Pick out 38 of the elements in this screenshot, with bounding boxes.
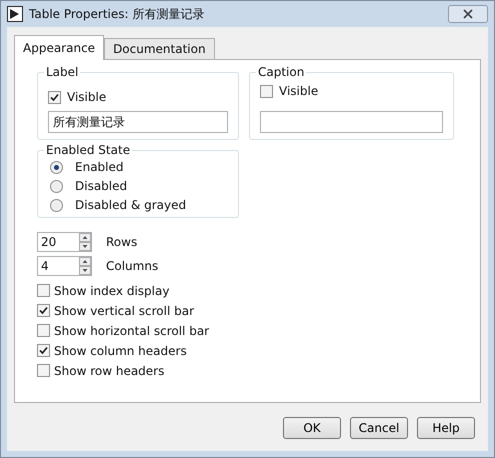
close-icon [463,9,473,19]
radio-button[interactable] [50,198,63,212]
radio-button[interactable] [50,160,63,174]
dialog-button[interactable]: OK [283,417,341,439]
tab[interactable]: Documentation [104,38,215,59]
caption-field[interactable] [260,111,443,133]
app-icon [7,6,23,22]
checkbox-label: Show column headers [54,344,187,358]
checkbox[interactable] [37,304,50,317]
checkbox[interactable] [260,84,273,98]
close-button[interactable] [448,5,488,23]
radio-label: Disabled & grayed [75,198,186,212]
checkbox[interactable] [48,90,61,104]
tab[interactable]: Appearance [14,35,104,60]
checkbox-label: Visible [279,84,318,98]
group-title: Enabled State [44,143,132,157]
label-field[interactable]: 所有测量记录 [48,111,228,133]
checkbox-label: Show index display [54,284,170,298]
checkbox[interactable] [37,344,50,357]
spinner-label: Rows [106,235,138,249]
number-spinner[interactable]: 4 [37,256,92,276]
radio-label: Disabled [75,179,128,193]
window-title: Table Properties: 所有测量记录 [29,6,204,22]
number-spinner[interactable]: 20 [37,232,92,252]
checkbox-label: Show horizontal scroll bar [54,324,210,338]
checkbox[interactable] [37,324,50,337]
group-title: Caption [256,65,306,79]
checkbox-label: Visible [67,90,106,104]
checkbox-label: Show row headers [54,364,164,378]
dialog-button[interactable]: Cancel [350,417,408,439]
spinner-label: Columns [106,259,158,273]
radio-label: Enabled [75,160,124,174]
group-title: Label [44,65,80,79]
dialog-button[interactable]: Help [417,417,475,439]
checkbox[interactable] [37,284,50,297]
radio-button[interactable] [50,180,63,192]
checkbox[interactable] [37,364,50,377]
checkbox-label: Show vertical scroll bar [54,304,194,318]
